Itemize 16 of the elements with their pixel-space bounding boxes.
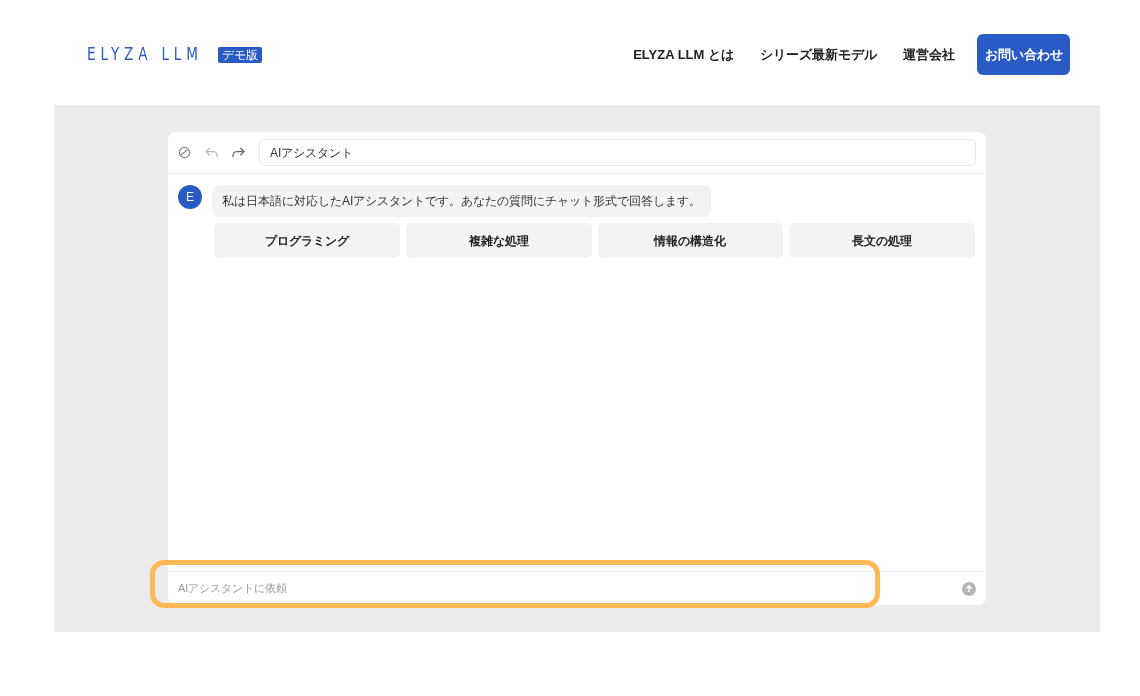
avatar: E	[178, 185, 202, 209]
undo-icon[interactable]	[205, 147, 218, 158]
suggestion-button[interactable]: 複雑な処理	[405, 223, 592, 258]
nav-link[interactable]: 運営会社	[903, 44, 955, 65]
send-icon[interactable]	[962, 581, 976, 596]
title-field[interactable]: AIアシスタント	[259, 139, 976, 166]
message-bubble: 私は日本語に対応したAIアシスタントです。あなたの質問にチャット形式で回答します。	[212, 185, 712, 217]
redo-icon[interactable]	[232, 147, 245, 158]
suggestion-button[interactable]: 長文の処理	[789, 223, 975, 258]
nav-link[interactable]: ELYZA LLM とは	[633, 44, 734, 65]
demo-badge: デモ版	[217, 46, 262, 63]
logo[interactable]: ELYZA LLM	[87, 41, 203, 68]
suggestion-button[interactable]: プログラミング	[214, 223, 400, 258]
suggestion-button[interactable]: 情報の構造化	[597, 223, 784, 258]
nav-link[interactable]: シリーズ最新モデル	[760, 44, 877, 65]
contact-button[interactable]: お問い合わせ	[977, 34, 1070, 75]
